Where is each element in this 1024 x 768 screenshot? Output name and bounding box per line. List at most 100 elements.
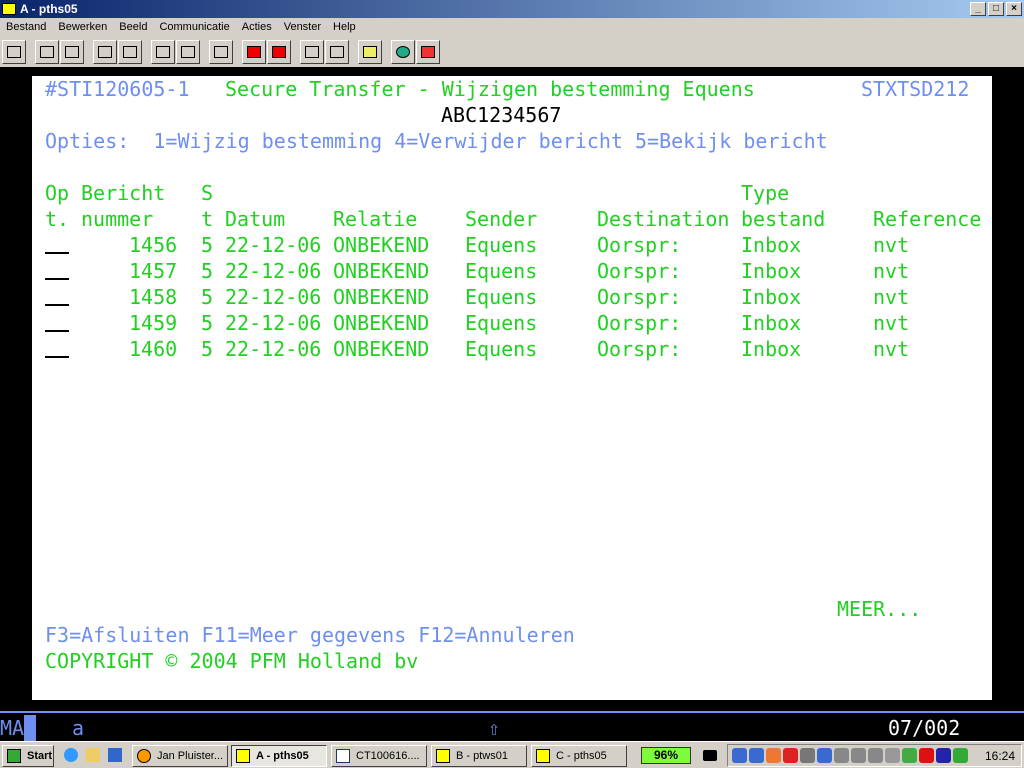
battery-indicator[interactable]: 96% — [641, 747, 691, 764]
task-label: CT100616.... — [356, 750, 420, 762]
row-reference: nvt — [873, 259, 910, 283]
task-jan-pluister[interactable]: Jan Pluister... — [132, 745, 228, 767]
row-type: Inbox — [741, 337, 802, 361]
header-st: t — [201, 207, 214, 231]
keyboard-map-icon[interactable] — [176, 40, 200, 64]
menu-help[interactable]: Help — [327, 18, 362, 37]
copy-icon[interactable] — [35, 40, 59, 64]
option-input[interactable] — [45, 304, 69, 306]
input-indicator: a — [72, 716, 85, 740]
network-disconnected-icon-2[interactable] — [868, 748, 883, 763]
program-id: #STI120605-1 — [45, 77, 190, 101]
option-input[interactable] — [45, 356, 69, 358]
row-reference: nvt — [873, 233, 910, 257]
menu-bestand[interactable]: Bestand — [0, 18, 52, 37]
row-status: 5 — [201, 233, 214, 257]
header-reference: Reference — [873, 207, 982, 231]
sync-icon[interactable] — [902, 748, 917, 763]
header-relatie: Relatie — [333, 207, 418, 231]
minimize-button[interactable]: _ — [970, 2, 986, 16]
row-sender: Equens — [465, 233, 538, 257]
power-plug-icon[interactable] — [703, 750, 717, 761]
outlook-icon[interactable] — [108, 748, 122, 762]
lan-icon[interactable] — [800, 748, 815, 763]
menu-bewerken[interactable]: Bewerken — [52, 18, 113, 37]
task-b-ptws01[interactable]: B - ptws01 — [431, 745, 527, 767]
start-button[interactable]: Start — [2, 745, 54, 767]
row-date: 22-12-06 — [225, 337, 322, 361]
row-sender: Equens — [465, 311, 538, 335]
macro-stop-icon[interactable] — [267, 40, 291, 64]
menu-acties[interactable]: Acties — [236, 18, 278, 37]
macro-record-icon[interactable] — [242, 40, 266, 64]
display-icon[interactable] — [936, 748, 951, 763]
macro-play-icon[interactable] — [300, 40, 324, 64]
row-number: 1456 — [129, 233, 178, 257]
row-sender: Equens — [465, 259, 538, 283]
row-destination: Oorspr: — [597, 285, 682, 309]
row-date: 22-12-06 — [225, 233, 322, 257]
terminal-screen: #STI120605-1 Secure Transfer - Wijzigen … — [32, 76, 992, 700]
row-destination: Oorspr: — [597, 233, 682, 257]
option-input[interactable] — [45, 252, 69, 254]
display-setup-icon[interactable] — [151, 40, 175, 64]
flag-icon[interactable] — [953, 748, 968, 763]
row-destination: Oorspr: — [597, 259, 682, 283]
ie-icon[interactable] — [64, 748, 78, 762]
row-type: Inbox — [741, 233, 802, 257]
option-input[interactable] — [45, 278, 69, 280]
task-a-pths05[interactable]: A - pths05 — [231, 745, 327, 767]
row-number: 1460 — [129, 337, 178, 361]
menu-communicatie[interactable]: Communicatie — [153, 18, 235, 37]
help-icon[interactable] — [416, 40, 440, 64]
task-ct100616[interactable]: CT100616.... — [331, 745, 427, 767]
header-s: S — [201, 181, 214, 205]
folder-icon[interactable] — [86, 748, 100, 762]
close-button[interactable]: × — [1006, 2, 1022, 16]
row-relatie: ONBEKEND — [333, 233, 430, 257]
volume-icon[interactable] — [885, 748, 900, 763]
taskbar: Start Jan Pluister... A - pths05 CT10061… — [0, 741, 1024, 768]
keyboard-icon[interactable] — [209, 40, 233, 64]
paste-icon[interactable] — [60, 40, 84, 64]
wireless-disconnected-icon[interactable] — [834, 748, 849, 763]
maximize-button[interactable]: □ — [988, 2, 1004, 16]
receive-screen-icon[interactable] — [118, 40, 142, 64]
menu-beeld[interactable]: Beeld — [113, 18, 153, 37]
macro-pause-icon[interactable] — [325, 40, 349, 64]
row-relatie: ONBEKEND — [333, 259, 430, 283]
row-status: 5 — [201, 311, 214, 335]
clipboard-icon[interactable] — [358, 40, 382, 64]
network-disconnected-icon[interactable] — [851, 748, 866, 763]
row-relatie: ONBEKEND — [333, 337, 430, 361]
row-number: 1459 — [129, 311, 178, 335]
task-c-pths05[interactable]: C - pths05 — [531, 745, 627, 767]
app-icon — [2, 3, 16, 15]
menu-venster[interactable]: Venster — [278, 18, 327, 37]
clock[interactable]: 16:24 — [985, 749, 1015, 763]
header-destination: Destination — [597, 207, 730, 231]
bluetooth-icon[interactable] — [749, 748, 764, 763]
row-number: 1458 — [129, 285, 178, 309]
option-input[interactable] — [45, 330, 69, 332]
task-label: B - ptws01 — [456, 750, 508, 762]
more-indicator: MEER... — [837, 597, 922, 621]
mode-indicator: MA — [0, 716, 25, 740]
vpn-icon[interactable] — [919, 748, 934, 763]
row-sender: Equens — [465, 337, 538, 361]
menu-bar: Bestand Bewerken Beeld Communicatie Acti… — [0, 18, 1024, 37]
send-screen-icon[interactable] — [93, 40, 117, 64]
row-reference: nvt — [873, 311, 910, 335]
task-label: C - pths05 — [556, 750, 607, 762]
web-help-icon[interactable] — [391, 40, 415, 64]
row-type: Inbox — [741, 311, 802, 335]
antivirus-icon[interactable] — [817, 748, 832, 763]
blocker-icon[interactable] — [783, 748, 798, 763]
network-icon[interactable] — [732, 748, 747, 763]
header-op: Op — [45, 181, 70, 205]
row-number: 1457 — [129, 259, 178, 283]
screen-id: STXTSD212 — [861, 77, 970, 101]
row-relatie: ONBEKEND — [333, 285, 430, 309]
shield-icon[interactable] — [766, 748, 781, 763]
display-icon[interactable] — [2, 40, 26, 64]
